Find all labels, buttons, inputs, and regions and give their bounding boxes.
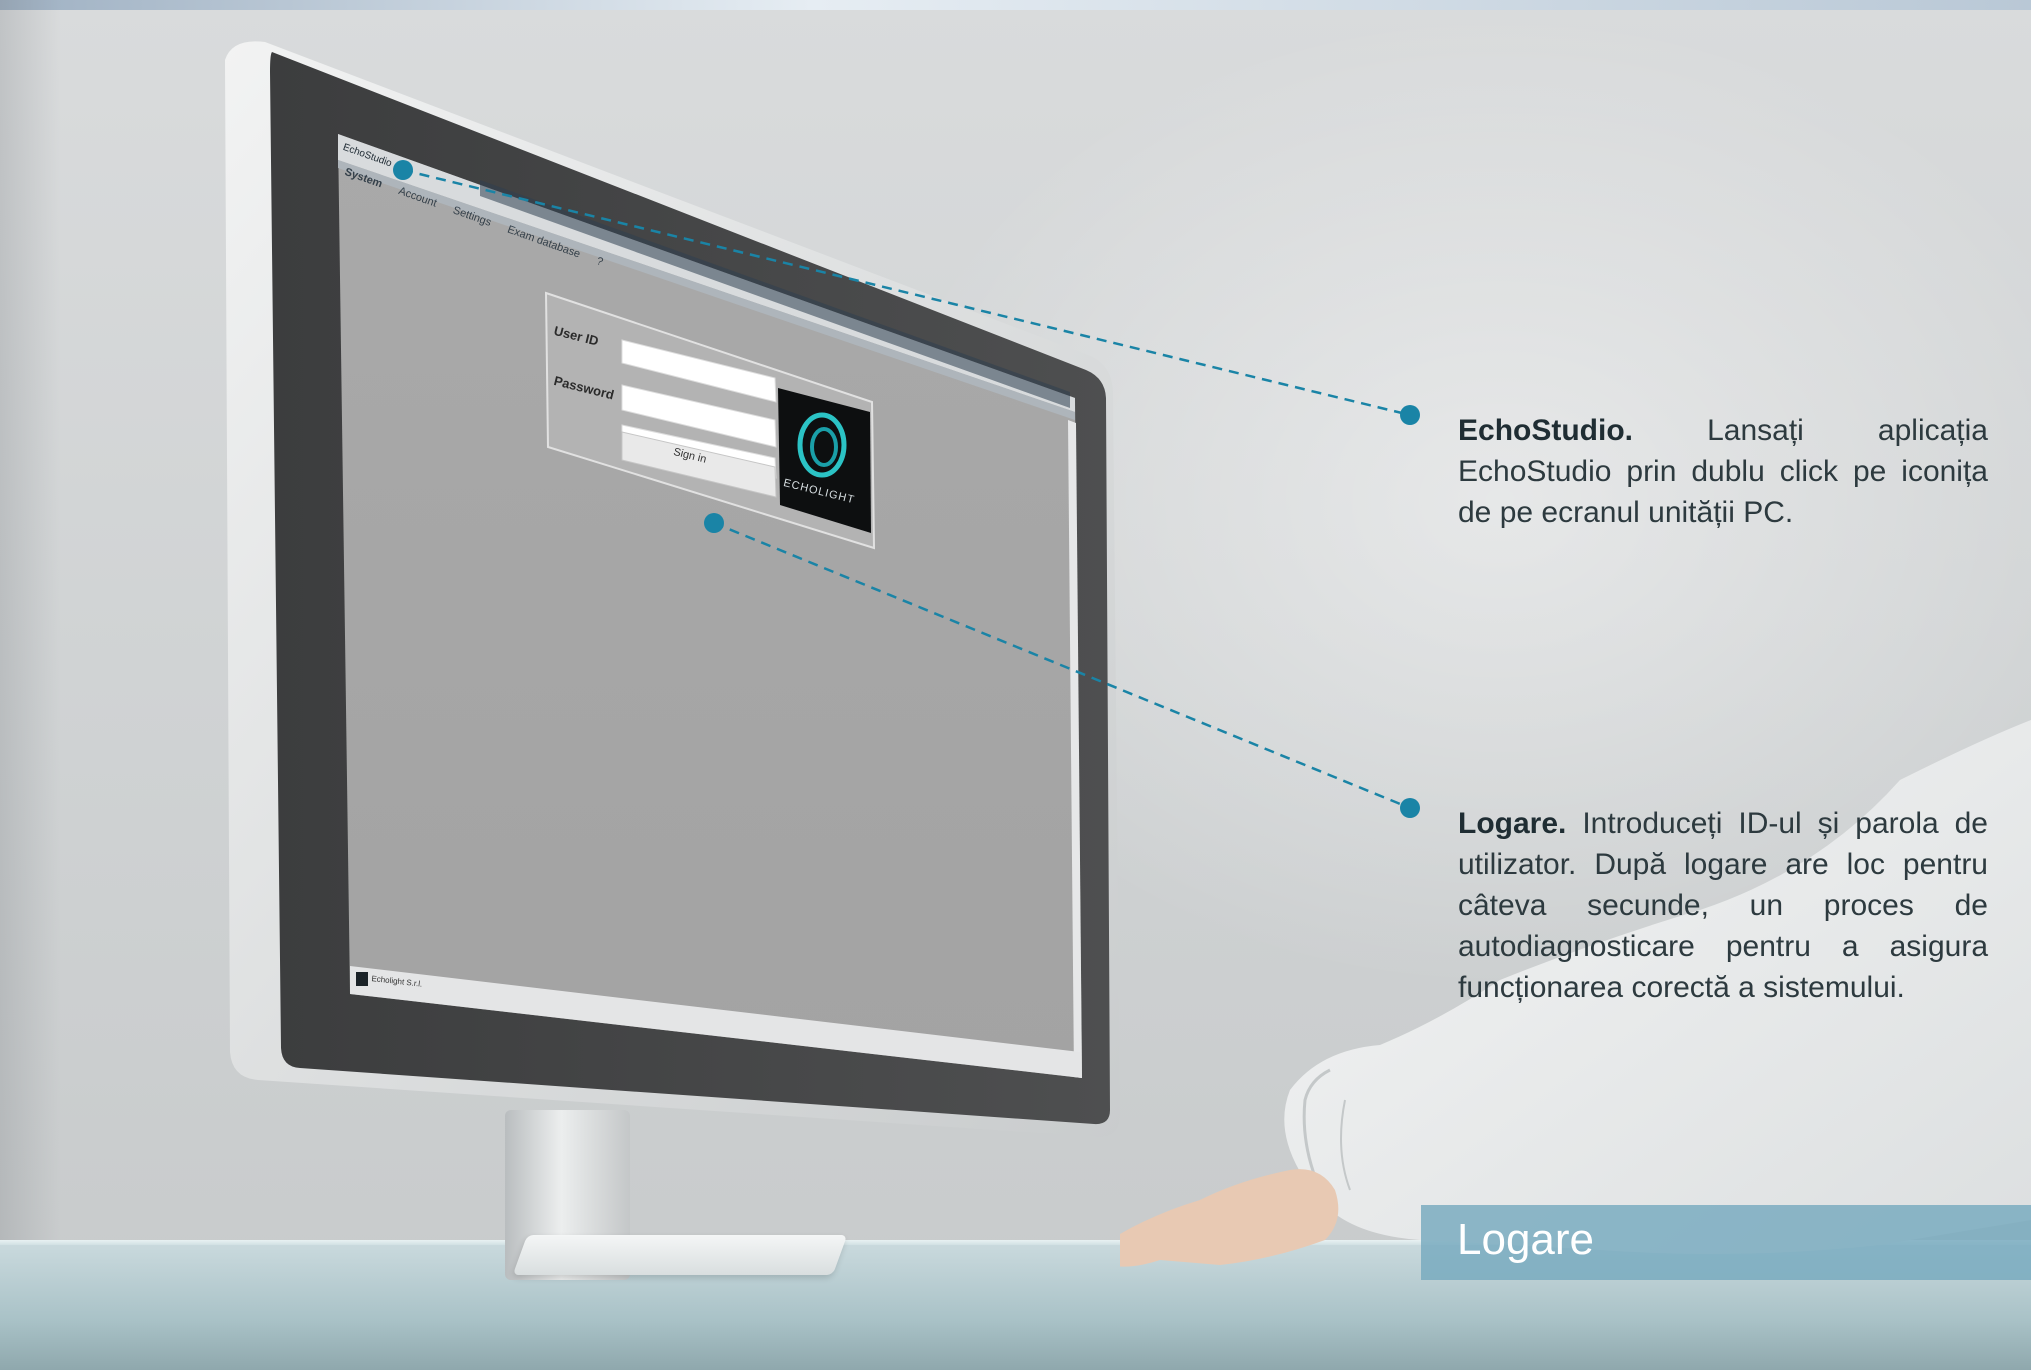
app-menu: System Account Settings Exam database ? — [343, 166, 875, 364]
callout-logare-title: Logare. — [1458, 807, 1567, 840]
menu-item-help[interactable]: ? — [595, 255, 605, 268]
menu-item-system[interactable]: System — [343, 166, 384, 190]
user-id-label: User ID — [552, 323, 601, 349]
section-title: Logare — [1457, 1215, 1595, 1264]
callout-logare: Logare. Introduceți ID-ul și parola de u… — [1458, 803, 1988, 1008]
status-text: Echolight S.r.l. — [370, 974, 423, 989]
callout-echostudio-title: EchoStudio. — [1458, 414, 1633, 447]
logo-text: ECHOLIGHT — [782, 477, 857, 507]
password-label: Password — [552, 373, 616, 403]
app-window: EchoStudio System Account Settings Exam … — [337, 132, 1077, 1092]
menu-item-settings[interactable]: Settings — [451, 204, 492, 229]
menu-item-account[interactable]: Account — [397, 185, 438, 210]
callout-echostudio: EchoStudio. Lansați aplicația EchoStudio… — [1458, 410, 1988, 533]
section-banner: Logare — [1421, 1205, 2031, 1280]
menu-item-exam-database[interactable]: Exam database — [506, 224, 582, 261]
sign-in-button[interactable]: Sign in — [672, 446, 708, 466]
hand — [1120, 1169, 1339, 1267]
app-title: EchoStudio — [341, 142, 394, 170]
